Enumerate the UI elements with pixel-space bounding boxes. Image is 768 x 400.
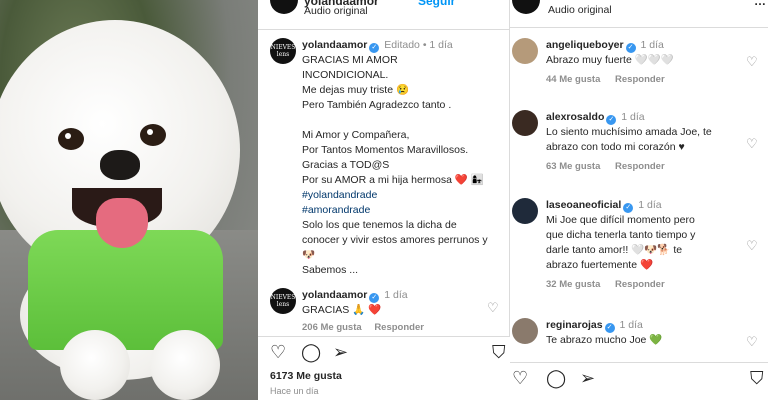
comment-username[interactable]: angeliqueboyer [546,39,624,51]
comment-text: Lo siento muchísimo amada Joe, te [546,126,712,138]
verified-icon: ✓ [369,43,380,53]
caption-line: Por Tantos Momentos Maravillosos. [302,144,469,156]
bookmark-icon[interactable]: ⛉ [492,343,506,361]
dog-nose [100,150,140,180]
reply-avatar[interactable]: NIEVES lens [270,288,296,314]
comment-icon[interactable]: ◯ [301,343,321,361]
dog-paw-left [60,330,130,400]
author-reply: yolandaamor ✓ 1 día GRACIAS 🙏 ❤️ [302,288,502,318]
header-avatar[interactable] [270,0,298,14]
post-photo[interactable] [0,0,258,400]
post-actions-bar: ♡ ◯ ➢ ⛉ 6173 Me gusta Hace un día [258,336,510,400]
post-timestamp: Hace un día [270,386,319,396]
comment-username[interactable]: laseoaneoficial [546,199,621,211]
comment-respond-button[interactable]: Responder [615,279,665,290]
caption-line [302,113,507,128]
comment-like-heart-icon[interactable]: ♡ [746,334,758,350]
comment-like-heart-icon[interactable]: ♡ [746,136,758,152]
comment-likes-count[interactable]: 32 Me gusta [546,279,600,290]
comment-username[interactable]: alexrosaldo [546,111,604,123]
caption-line: Gracias a TOD@S [302,159,390,171]
comments-actions-bar: ♡ ◯ ➢ ⛉ [510,362,768,400]
reply-footer: 206 Me gusta Responder [302,322,434,333]
caption-line: Por su AMOR a mi hija hermosa ❤️ 👩‍👧 [302,174,484,186]
comment-like-heart-icon[interactable]: ♡ [746,54,758,70]
bookmark-icon[interactable]: ⛉ [750,369,764,387]
comment-text: Mi Joe que difícil momento pero [546,214,695,226]
hashtag-link[interactable]: #yolandandrade [302,188,507,203]
more-options-icon[interactable]: … [754,0,766,8]
comment-age: 1 día [638,199,662,211]
reply-likes-count[interactable]: 206 Me gusta [302,322,362,333]
share-icon[interactable]: ➢ [580,369,595,387]
caption-more-link[interactable]: Sabemos ... [302,263,507,278]
comment-likes-count[interactable]: 44 Me gusta [546,74,600,85]
comment-age: 1 día [619,319,643,331]
comment-age: 1 día [621,111,645,123]
caption-edited: Editado [384,39,420,51]
reply-age: 1 día [384,289,408,301]
comment-like-heart-icon[interactable]: ♡ [746,238,758,254]
post-panel: yolandaamor Seguir Audio original NIEVES… [258,0,510,400]
comment-text: abrazo fuertemente ❤️ [546,259,654,271]
reply-respond-button[interactable]: Responder [374,322,424,333]
comment-avatar[interactable] [512,318,538,344]
dog-paw-right [150,330,220,400]
caption-line: Pero También Agradezco tanto . [302,99,452,111]
comments-panel: Audio original … angeliqueboyer ✓ 1 día A… [510,0,768,400]
comment-text: darle tanto amor!! 🤍🐶🐕 te [546,244,683,256]
post-header: yolandaamor Seguir Audio original [258,0,510,30]
verified-icon: ✓ [606,115,617,125]
comment-text: que dicha tenerla tanto tiempo y [546,229,696,241]
comment-avatar[interactable] [512,198,538,224]
caption-line: conocer y vivir estos amores perrunos y [302,234,488,246]
comment-avatar[interactable] [512,38,538,64]
comment-avatar[interactable] [512,110,538,136]
comment-username[interactable]: reginarojas [546,319,603,331]
heart-icon[interactable]: ♡ [512,369,528,387]
caption-line: INCONDICIONAL. [302,69,389,81]
header-audio-link[interactable]: Audio original [304,5,368,17]
caption-line: 🐶 [302,249,316,261]
caption-line: Me dejas muy triste 😢 [302,84,410,96]
reply-text: GRACIAS 🙏 ❤️ [302,304,382,316]
post-caption: yolandaamor ✓ Editado • 1 día GRACIAS MI … [302,38,507,278]
follow-button[interactable]: Seguir [418,0,455,8]
verified-icon: ✓ [623,203,634,213]
comment-respond-button[interactable]: Responder [615,161,665,172]
dog-eye-left [58,128,84,150]
header-audio-link[interactable]: Audio original [548,4,612,16]
likes-count[interactable]: 6173 Me gusta [270,370,342,382]
verified-icon: ✓ [625,43,636,53]
hashtag-link[interactable]: #amorandrade [302,203,507,218]
caption-avatar[interactable]: NIEVES lens [270,38,296,64]
comment-icon[interactable]: ◯ [546,369,566,387]
dog-tongue [96,198,148,248]
comment-text: Te abrazo mucho Joe 💚 [546,334,663,346]
caption-line: Solo los que tenemos la dicha de [302,219,457,231]
verified-icon: ✓ [369,293,380,303]
caption-age: 1 día [429,39,453,51]
header-avatar[interactable] [512,0,540,14]
comment-likes-count[interactable]: 63 Me gusta [546,161,600,172]
heart-icon[interactable]: ♡ [270,343,286,361]
reply-username[interactable]: yolandaamor [302,289,367,301]
comment-age: 1 día [640,39,664,51]
dog-eye-right [140,124,166,146]
reply-like-heart-icon[interactable]: ♡ [487,300,499,316]
caption-username[interactable]: yolandaamor [302,39,367,51]
comment-respond-button[interactable]: Responder [615,74,665,85]
caption-line: Mi Amor y Compañera, [302,129,410,141]
verified-icon: ✓ [604,323,615,333]
comment-text: Abrazo muy fuerte 🤍🤍🤍 [546,54,674,66]
comments-header: Audio original … [510,0,768,28]
caption-line: GRACIAS MI AMOR [302,54,398,66]
share-icon[interactable]: ➢ [333,343,348,361]
comment-text: abrazo con todo mi corazón ♥ [546,141,685,153]
